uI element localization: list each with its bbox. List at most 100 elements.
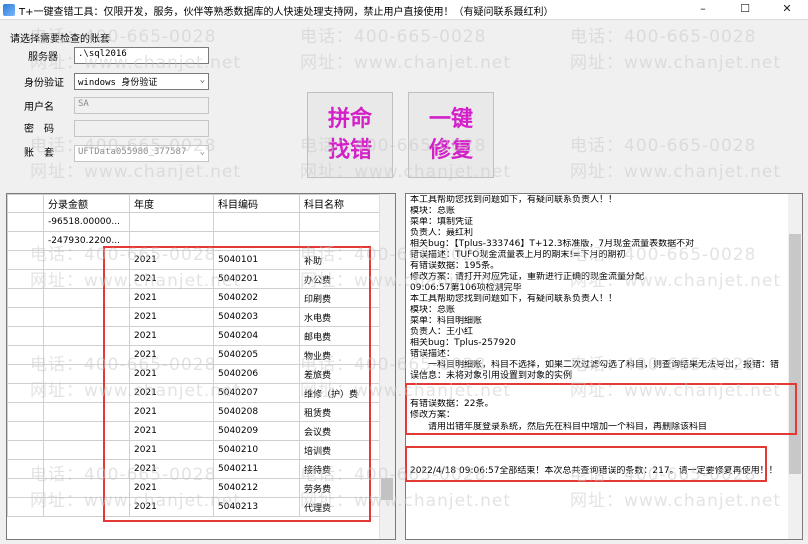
table-cell[interactable]: 补助: [299, 250, 380, 270]
table-cell[interactable]: [43, 440, 130, 460]
table-cell[interactable]: [43, 459, 130, 479]
table-cell[interactable]: [7, 402, 44, 422]
table-cell[interactable]: 2021: [129, 440, 214, 460]
one-key-fix-button[interactable]: 一键 修复: [408, 92, 494, 178]
table-cell[interactable]: 2021: [129, 497, 214, 517]
table-cell[interactable]: [7, 364, 44, 384]
table-cell[interactable]: [7, 269, 44, 289]
table-cell[interactable]: [7, 326, 44, 346]
table-cell[interactable]: [7, 383, 44, 403]
table-cell[interactable]: 5040209: [213, 421, 300, 441]
table-row[interactable]: 2021 5040206 差旅费: [7, 364, 380, 384]
table-cell[interactable]: 2021: [129, 364, 214, 384]
user-input[interactable]: SA: [74, 97, 209, 114]
table-cell[interactable]: 5040204: [213, 326, 300, 346]
table-cell[interactable]: [7, 497, 44, 517]
table-cell[interactable]: -247930.2200...: [43, 231, 130, 251]
table-cell[interactable]: 2021: [129, 345, 214, 365]
table-cell[interactable]: [43, 345, 130, 365]
table-cell[interactable]: [7, 478, 44, 498]
table-row[interactable]: 2021 5040210 培训费: [7, 440, 380, 460]
table-cell[interactable]: 邮电费: [299, 326, 380, 346]
table-cell[interactable]: 劳务费: [299, 478, 380, 498]
table-cell[interactable]: 2021: [129, 478, 214, 498]
table-cell[interactable]: 2021: [129, 402, 214, 422]
table-cell[interactable]: 5040206: [213, 364, 300, 384]
server-input[interactable]: .\sql2016: [74, 47, 209, 64]
table-cell[interactable]: [43, 364, 130, 384]
table-row[interactable]: -247930.2200...: [7, 231, 380, 251]
table-cell[interactable]: 2021: [129, 421, 214, 441]
table-cell[interactable]: 5040208: [213, 402, 300, 422]
table-row[interactable]: 2021 5040207 维修（护）费: [7, 383, 380, 403]
table-cell[interactable]: 物业费: [299, 345, 380, 365]
table-cell[interactable]: [43, 402, 130, 422]
table-cell[interactable]: 5040212: [213, 478, 300, 498]
table-cell[interactable]: 维修（护）费: [299, 383, 380, 403]
table-cell[interactable]: [43, 478, 130, 498]
table-cell[interactable]: 5040205: [213, 345, 300, 365]
result-grid[interactable]: 分录金额 年度 科目编码 科目名称 -96518.00000... -247930…: [6, 193, 396, 540]
table-cell[interactable]: 5040203: [213, 307, 300, 327]
table-cell[interactable]: 租赁费: [299, 402, 380, 422]
table-cell[interactable]: 2021: [129, 288, 214, 308]
log-scroll-thumb[interactable]: [789, 234, 801, 474]
table-row[interactable]: 2021 5040204 邮电费: [7, 326, 380, 346]
table-row[interactable]: 2021 5040212 劳务费: [7, 478, 380, 498]
table-cell[interactable]: 2021: [129, 307, 214, 327]
table-cell[interactable]: 5040211: [213, 459, 300, 479]
table-row[interactable]: -96518.00000...: [7, 212, 380, 232]
log-panel[interactable]: 本工具帮助您找到问题如下，有疑问联系负责人！！ 模块：总账 菜单：填制凭证 负责人：聂…: [405, 193, 803, 540]
table-cell[interactable]: 5040210: [213, 440, 300, 460]
table-row[interactable]: 2021 5040201 办公费: [7, 269, 380, 289]
table-cell[interactable]: [43, 383, 130, 403]
table-cell[interactable]: 2021: [129, 383, 214, 403]
table-cell[interactable]: 5040201: [213, 269, 300, 289]
auth-select[interactable]: windows 身份验证 ⌄: [74, 73, 209, 90]
table-cell[interactable]: -96518.00000...: [43, 212, 130, 232]
table-cell[interactable]: [43, 421, 130, 441]
column-header[interactable]: 年度: [129, 194, 214, 213]
table-cell[interactable]: [7, 440, 44, 460]
column-header[interactable]: 科目名称: [299, 194, 380, 213]
table-cell[interactable]: [7, 307, 44, 327]
grid-scroll-thumb[interactable]: [381, 478, 393, 500]
table-cell[interactable]: [43, 250, 130, 270]
column-header[interactable]: 分录金额: [43, 194, 130, 213]
table-cell[interactable]: [7, 459, 44, 479]
maximize-button[interactable]: ☐: [726, 0, 764, 20]
table-cell[interactable]: 印刷费: [299, 288, 380, 308]
table-cell[interactable]: 2021: [129, 459, 214, 479]
table-cell[interactable]: 2021: [129, 269, 214, 289]
table-cell[interactable]: 培训费: [299, 440, 380, 460]
table-cell[interactable]: [7, 250, 44, 270]
table-cell[interactable]: 2021: [129, 250, 214, 270]
table-cell[interactable]: [7, 421, 44, 441]
table-cell[interactable]: [129, 231, 214, 251]
table-row[interactable]: 2021 5040208 租赁费: [7, 402, 380, 422]
account-select[interactable]: UFTData055980_377587 ⌄: [74, 145, 209, 162]
table-cell[interactable]: [7, 288, 44, 308]
table-cell[interactable]: [43, 497, 130, 517]
table-row[interactable]: 2021 5040209 会议费: [7, 421, 380, 441]
password-input[interactable]: [74, 120, 209, 137]
column-header[interactable]: [7, 194, 44, 213]
table-cell[interactable]: [7, 212, 44, 232]
grid-scrollbar[interactable]: [379, 194, 395, 539]
column-header[interactable]: 科目编码: [213, 194, 300, 213]
table-cell[interactable]: [213, 212, 300, 232]
table-cell[interactable]: 5040101: [213, 250, 300, 270]
table-cell[interactable]: 差旅费: [299, 364, 380, 384]
find-errors-button[interactable]: 拼命 找错: [307, 92, 393, 178]
table-cell[interactable]: [43, 269, 130, 289]
table-cell[interactable]: 代理费: [299, 497, 380, 517]
table-row[interactable]: 2021 5040101 补助: [7, 250, 380, 270]
table-row[interactable]: 2021 5040211 接待费: [7, 459, 380, 479]
close-button[interactable]: ✕: [768, 0, 806, 20]
table-cell[interactable]: [7, 345, 44, 365]
table-cell[interactable]: [7, 231, 44, 251]
table-cell[interactable]: 5040202: [213, 288, 300, 308]
table-cell[interactable]: 5040213: [213, 497, 300, 517]
table-row[interactable]: 2021 5040205 物业费: [7, 345, 380, 365]
table-cell[interactable]: [299, 231, 380, 251]
